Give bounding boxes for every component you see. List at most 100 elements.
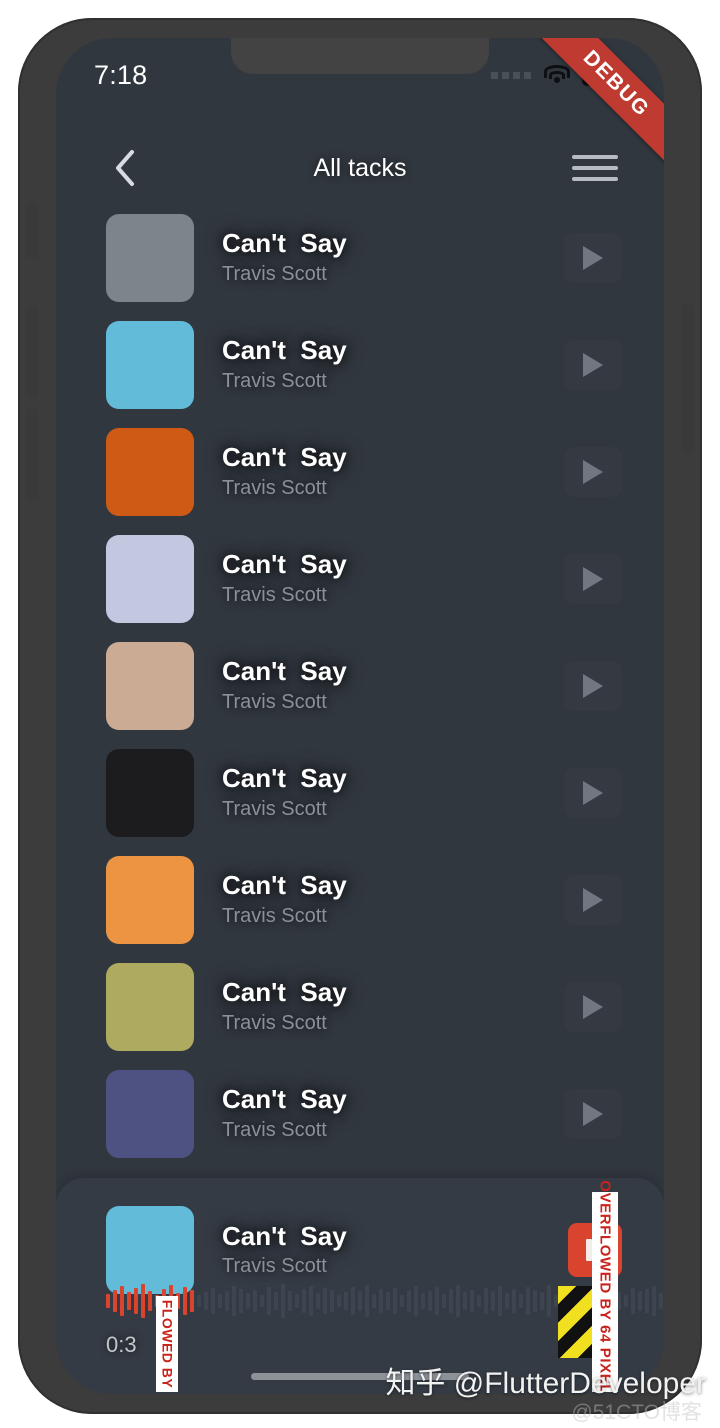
- waveform-bar: [330, 1290, 334, 1312]
- play-icon[interactable]: [564, 1089, 622, 1139]
- track-meta: Can't Say Travis Scott: [222, 549, 564, 607]
- track-list[interactable]: Can't Say Travis Scott Can't Say Travis Sco…: [56, 204, 664, 1178]
- waveform-bar: [120, 1286, 124, 1316]
- waveform-seek-bar[interactable]: [106, 1280, 663, 1322]
- waveform-bar: [106, 1294, 110, 1308]
- waveform-bar: [351, 1287, 355, 1315]
- track-artist: Travis Scott: [222, 1011, 327, 1034]
- overflow-warning-left: FLOWED BY: [156, 1296, 178, 1392]
- track-artist: Travis Scott: [222, 262, 327, 285]
- track-meta: Can't Say Travis Scott: [222, 870, 564, 928]
- waveform-bar: [134, 1288, 138, 1314]
- track-meta: Can't Say Travis Scott: [222, 1084, 564, 1142]
- track-row[interactable]: Can't Say Travis Scott: [56, 953, 664, 1060]
- play-icon[interactable]: [564, 661, 622, 711]
- play-icon[interactable]: [564, 768, 622, 818]
- play-icon[interactable]: [564, 447, 622, 497]
- track-title: Can't Say: [222, 870, 347, 901]
- waveform-bar: [316, 1293, 320, 1309]
- waveform-bar: [225, 1291, 229, 1311]
- track-artist: Travis Scott: [222, 1118, 327, 1141]
- waveform-bar: [624, 1295, 628, 1307]
- track-row[interactable]: Can't Say Travis Scott: [56, 418, 664, 525]
- player-track-meta: Can't Say Travis Scott: [222, 1220, 568, 1279]
- track-row[interactable]: Can't Say Travis Scott: [56, 525, 664, 632]
- play-icon[interactable]: [564, 982, 622, 1032]
- waveform-bar: [638, 1291, 642, 1311]
- track-title: Can't Say: [222, 763, 347, 794]
- track-row[interactable]: Can't Say Travis Scott: [56, 739, 664, 846]
- waveform-bar: [379, 1289, 383, 1313]
- track-album-art: [106, 1069, 194, 1158]
- track-artist: Travis Scott: [222, 583, 327, 606]
- waveform-bar: [267, 1287, 271, 1315]
- watermark-secondary: @51CTO博客: [571, 1401, 702, 1424]
- track-album-art: [106, 534, 194, 623]
- play-icon[interactable]: [564, 554, 622, 604]
- waveform-bar: [309, 1286, 313, 1316]
- track-artist: Travis Scott: [222, 797, 327, 820]
- track-album-art: [106, 855, 194, 944]
- chevron-left-icon[interactable]: [102, 146, 146, 190]
- overflow-warning-left-text: FLOWED BY: [159, 1299, 175, 1389]
- waveform-bar: [281, 1284, 285, 1318]
- track-row[interactable]: Can't Say Travis Scott: [56, 846, 664, 953]
- waveform-bar: [540, 1292, 544, 1310]
- player-elapsed-time: 0:3: [106, 1332, 137, 1357]
- waveform-bar: [232, 1286, 236, 1316]
- track-album-art: [106, 427, 194, 516]
- play-icon[interactable]: [564, 340, 622, 390]
- waveform-bar: [491, 1291, 495, 1311]
- phone-screen: 7:18 DEBUG All tacks Can't Say Travis Sc…: [56, 38, 664, 1394]
- waveform-bar: [372, 1294, 376, 1308]
- track-meta: Can't Say Travis Scott: [222, 763, 564, 821]
- waveform-bar: [659, 1293, 663, 1309]
- waveform-bar: [148, 1291, 152, 1311]
- track-artist: Travis Scott: [222, 369, 327, 392]
- track-meta: Can't Say Travis Scott: [222, 977, 564, 1035]
- track-row[interactable]: Can't Say Travis Scott: [56, 1060, 664, 1167]
- track-meta: Can't Say Travis Scott: [222, 656, 564, 714]
- player-track-title: Can't Say: [222, 1220, 347, 1251]
- track-title: Can't Say: [222, 1084, 347, 1115]
- waveform-bar: [400, 1295, 404, 1307]
- waveform-bar: [435, 1287, 439, 1315]
- track-album-art: [106, 962, 194, 1051]
- play-icon[interactable]: [564, 233, 622, 283]
- waveform-bar: [449, 1289, 453, 1313]
- waveform-bar: [197, 1295, 201, 1307]
- screenshot-root: 7:18 DEBUG All tacks Can't Say Travis Sc…: [0, 0, 720, 1428]
- player-header: Can't Say Travis Scott: [56, 1178, 664, 1294]
- phone-frame: 7:18 DEBUG All tacks Can't Say Travis Sc…: [18, 18, 702, 1414]
- waveform-bar: [652, 1286, 656, 1316]
- player-track-artist: Travis Scott: [222, 1255, 327, 1278]
- waveform-bar: [414, 1286, 418, 1316]
- track-title: Can't Say: [222, 549, 347, 580]
- power-button[interactable]: [682, 303, 694, 453]
- waveform-bar: [344, 1292, 348, 1310]
- signal-dots-icon: [491, 71, 531, 79]
- track-row[interactable]: Can't Say Travis Scott: [56, 632, 664, 739]
- waveform-bar: [421, 1293, 425, 1309]
- waveform-bar: [477, 1295, 481, 1307]
- waveform-bar: [246, 1293, 250, 1309]
- waveform-bar: [218, 1294, 222, 1308]
- waveform-bar: [183, 1287, 187, 1315]
- mute-switch-button[interactable]: [26, 203, 38, 259]
- track-row[interactable]: Can't Say Travis Scott: [56, 204, 664, 311]
- volume-down-button[interactable]: [26, 408, 38, 500]
- track-artist: Travis Scott: [222, 476, 327, 499]
- hamburger-menu-icon[interactable]: [572, 146, 618, 190]
- track-title: Can't Say: [222, 228, 347, 259]
- track-meta: Can't Say Travis Scott: [222, 442, 564, 500]
- play-icon[interactable]: [564, 875, 622, 925]
- waveform-bar: [253, 1290, 257, 1312]
- waveform-bar: [505, 1293, 509, 1309]
- waveform-bar: [463, 1292, 467, 1310]
- track-album-art: [106, 748, 194, 837]
- volume-up-button[interactable]: [26, 306, 38, 398]
- track-title: Can't Say: [222, 977, 347, 1008]
- track-title: Can't Say: [222, 335, 347, 366]
- waveform-bar: [631, 1288, 635, 1314]
- track-row[interactable]: Can't Say Travis Scott: [56, 311, 664, 418]
